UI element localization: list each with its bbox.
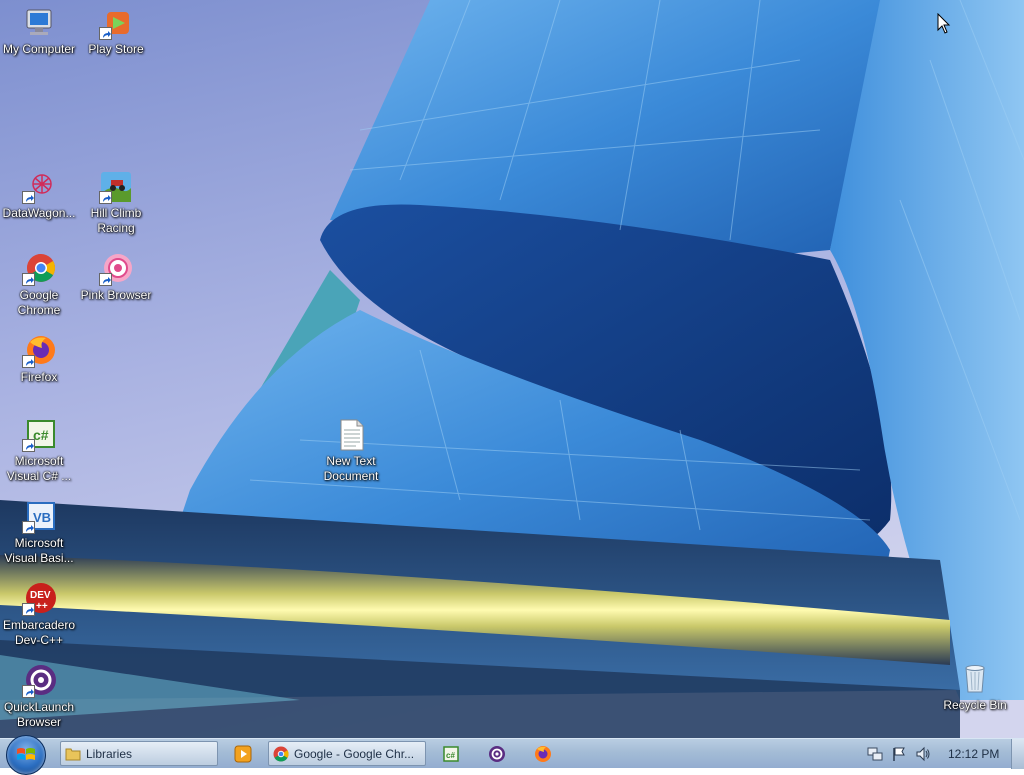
desktop-icon-firefox[interactable]: Firefox [0, 334, 78, 385]
taskbar-libraries-button[interactable]: Libraries [60, 741, 218, 766]
desktop-icon-google-chrome[interactable]: Google Chrome [0, 252, 78, 318]
desktop-icon-my-computer[interactable]: My Computer [0, 6, 78, 57]
firefox-icon [535, 746, 551, 762]
svg-text:VB: VB [33, 510, 51, 525]
pink-browser-icon [99, 252, 133, 286]
hill-climb-racing-icon [99, 170, 133, 204]
desktop-icon-new-text-document[interactable]: New Text Document [312, 418, 390, 484]
desktop-icon-label: Microsoft Visual C# ... [6, 454, 72, 483]
desktop-icon-label: New Text Document [323, 454, 379, 483]
system-tray [860, 739, 1024, 769]
desktop-icon-label: Embarcadero Dev-C++ [2, 618, 76, 647]
firefox-icon [22, 334, 56, 368]
taskbar-chrome-window-button[interactable]: Google - Google Chr... [268, 741, 426, 766]
visual-csharp-icon: c# [22, 418, 56, 452]
svg-text:c#: c# [446, 751, 455, 760]
volume-icon[interactable] [915, 746, 931, 762]
mouse-cursor-icon [937, 13, 951, 34]
visual-csharp-icon: c# [443, 746, 459, 762]
media-player-icon [234, 745, 252, 763]
start-button[interactable] [6, 735, 46, 775]
show-desktop-button[interactable] [1011, 739, 1024, 769]
desktop-icon-label: My Computer [2, 42, 76, 56]
datawagon-icon [22, 170, 56, 204]
desktop-icon-pink-browser[interactable]: Pink Browser [77, 252, 155, 303]
taskbar-visual-csharp-button[interactable]: c# [440, 743, 462, 765]
desktop-icon-label: Hill Climb Racing [90, 206, 142, 235]
desktop-icon-hill-climb-racing[interactable]: Hill Climb Racing [77, 170, 155, 236]
desktop-icon-label: Pink Browser [80, 288, 152, 302]
network-icon[interactable] [867, 746, 883, 762]
computer-icon [22, 6, 56, 40]
desktop-icon-label: Play Store [88, 42, 144, 56]
action-center-flag-icon[interactable] [891, 746, 907, 762]
desktop-icon-play-store[interactable]: Play Store [77, 6, 155, 57]
play-store-icon [99, 6, 133, 40]
visual-basic-icon: VB [22, 500, 56, 534]
desktop-icon-recycle-bin[interactable]: Recycle Bin [936, 662, 1014, 713]
recycle-bin-icon [958, 662, 992, 696]
taskbar-clock[interactable]: 12:12 PM [948, 747, 999, 761]
desktop-icon-label: Recycle Bin [943, 698, 1007, 712]
desktop-wallpaper [0, 0, 1024, 738]
taskbar: Libraries Google - Google Chr... c# 12:1… [0, 735, 1024, 775]
desktop-icon-label: Microsoft Visual Basi... [4, 536, 74, 565]
svg-text:c#: c# [33, 427, 49, 443]
desktop-icon-visual-csharp[interactable]: c# Microsoft Visual C# ... [0, 418, 78, 484]
dev-cpp-icon: DEV ++ [22, 582, 56, 616]
taskbar-chrome-window-label: Google - Google Chr... [294, 746, 415, 761]
quicklaunch-browser-icon [489, 746, 505, 762]
svg-text:++: ++ [36, 601, 48, 612]
desktop-icon-datawagon[interactable]: DataWagon... [0, 170, 78, 221]
taskbar-quicklaunch-button[interactable] [486, 743, 508, 765]
windows-logo-icon [17, 748, 35, 760]
chrome-icon [22, 252, 56, 286]
folder-icon [65, 748, 81, 760]
quicklaunch-browser-icon [22, 664, 56, 698]
chrome-icon [273, 746, 289, 762]
taskbar-libraries-label: Libraries [86, 746, 133, 761]
desktop-icon-label: Google Chrome [17, 288, 61, 317]
desktop-icon-label: Firefox [20, 370, 58, 384]
taskbar-firefox-button[interactable] [532, 743, 554, 765]
taskbar-media-player-button[interactable] [232, 743, 254, 765]
svg-text:DEV: DEV [30, 590, 51, 601]
text-document-icon [334, 418, 368, 452]
desktop-icon-quicklaunch-browser[interactable]: QuickLaunch Browser [0, 664, 78, 730]
desktop-icon-dev-cpp[interactable]: DEV ++ Embarcadero Dev-C++ [0, 582, 78, 648]
desktop-icon-label: DataWagon... [2, 206, 76, 220]
desktop-icon-label: QuickLaunch Browser [3, 700, 75, 729]
desktop-icon-visual-basic[interactable]: VB Microsoft Visual Basi... [0, 500, 78, 566]
